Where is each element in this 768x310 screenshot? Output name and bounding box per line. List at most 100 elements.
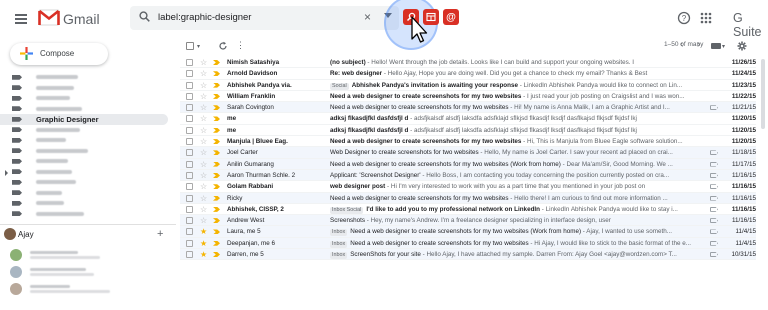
mention-extension-icon[interactable]: @ (443, 9, 459, 25)
email-row[interactable]: ☆ Sarah Covington Need a web designer to c… (180, 102, 756, 114)
select-all-checkbox[interactable] (186, 42, 194, 50)
important-marker-icon[interactable] (213, 116, 220, 122)
hangouts-contact[interactable] (10, 283, 160, 295)
label-tag-icon[interactable] (710, 161, 718, 167)
star-icon[interactable]: ☆ (200, 171, 207, 180)
row-checkbox[interactable] (186, 81, 193, 89)
star-icon[interactable]: ☆ (200, 182, 207, 191)
row-checkbox[interactable] (186, 104, 193, 112)
important-marker-icon[interactable] (213, 252, 220, 258)
email-row[interactable]: ☆ Nimish Satashiya (no subject) - Hello! W… (180, 57, 756, 69)
important-marker-icon[interactable] (213, 161, 220, 167)
email-row[interactable]: ☆ Arnold Davidson Re: web designer - Hello… (180, 68, 756, 80)
avatar[interactable] (4, 228, 16, 240)
sidebar-item[interactable] (0, 209, 176, 220)
more-options-icon[interactable]: ⋮ (236, 40, 245, 51)
important-marker-icon[interactable] (213, 218, 220, 224)
search-bar[interactable]: label:graphic-designer × (130, 6, 399, 30)
star-icon[interactable]: ☆ (200, 205, 207, 214)
star-icon[interactable]: ☆ (200, 69, 207, 78)
sidebar-item[interactable] (0, 104, 176, 115)
hangouts-user[interactable]: Ajay (18, 230, 34, 239)
gsuite-brand[interactable]: G Suite (733, 11, 768, 39)
settings-gear-icon[interactable] (737, 41, 747, 51)
sidebar-item[interactable] (0, 198, 176, 209)
hangouts-contact[interactable] (10, 266, 160, 278)
row-checkbox[interactable] (186, 217, 193, 225)
important-marker-icon[interactable] (213, 93, 220, 99)
star-icon[interactable]: ☆ (200, 137, 207, 146)
email-row[interactable]: ☆ Joel Carter Web Designer to create scree… (180, 147, 756, 159)
email-label-badge[interactable]: Inbox (330, 252, 348, 260)
hangouts-contact[interactable] (10, 249, 160, 261)
help-icon[interactable]: ? (677, 11, 691, 25)
star-icon[interactable]: ☆ (200, 103, 207, 112)
email-label-badge[interactable]: Inbox (330, 229, 348, 237)
email-row[interactable]: ☆ William Franklin Need a web designer to … (180, 91, 756, 103)
label-tag-icon[interactable] (710, 218, 718, 224)
row-checkbox[interactable] (186, 251, 193, 259)
email-row[interactable]: ☆ Aaron Thurman Schle. 2 Applicant: 'Scree… (180, 169, 756, 182)
email-row[interactable]: ☆ Abhishek, CISSP, 2 Inbox Social I'd like … (180, 204, 756, 216)
important-marker-icon[interactable] (213, 240, 220, 246)
email-row[interactable]: ☆ me adksj flkasdjfkl dasfdsfjl d - adsfjk… (180, 113, 756, 125)
expand-arrow-icon[interactable] (5, 169, 8, 176)
email-row[interactable]: ☆ Abhishek Pandya via. Social Abhishek Pand… (180, 80, 756, 91)
important-marker-icon[interactable] (213, 206, 220, 212)
star-icon[interactable]: ★ (200, 239, 207, 248)
gmail-logo-icon[interactable] (38, 9, 60, 26)
sidebar-item[interactable] (0, 93, 176, 104)
keyboard-icon[interactable] (711, 43, 721, 49)
sidebar-item[interactable] (0, 167, 176, 178)
clear-search-icon[interactable]: × (364, 10, 371, 24)
row-checkbox[interactable] (186, 160, 193, 168)
select-dropdown-icon[interactable]: ▾ (197, 43, 200, 50)
email-row[interactable]: ★ Darren, me 5 Inbox ScreenShots for your s… (180, 249, 756, 261)
label-tag-icon[interactable] (710, 229, 718, 235)
refresh-icon[interactable] (218, 41, 228, 51)
star-icon[interactable]: ☆ (200, 81, 207, 90)
sidebar-item[interactable] (0, 135, 176, 146)
important-marker-icon[interactable] (213, 105, 220, 111)
row-checkbox[interactable] (186, 171, 193, 179)
prev-page-icon[interactable]: ‹ (680, 39, 683, 50)
main-menu-icon[interactable] (15, 14, 27, 24)
row-checkbox[interactable] (186, 126, 193, 134)
email-row[interactable]: ☆ Golam Rabbani web designer post - Hi I'm… (180, 181, 756, 193)
important-marker-icon[interactable] (213, 229, 220, 235)
star-icon[interactable]: ☆ (200, 58, 207, 67)
sidebar-item[interactable] (0, 72, 176, 83)
row-checkbox[interactable] (186, 228, 193, 236)
important-marker-icon[interactable] (213, 127, 220, 133)
email-label-badge[interactable]: Social (330, 82, 349, 90)
important-marker-icon[interactable] (213, 82, 220, 88)
sidebar-item[interactable] (0, 146, 176, 157)
email-label-badge[interactable]: Inbox (330, 240, 348, 248)
label-tag-icon[interactable] (710, 150, 718, 156)
email-row[interactable]: ★ Laura, me 5 Inbox Need a web designer to … (180, 226, 756, 238)
compose-button[interactable]: Compose (10, 43, 108, 65)
label-tag-icon[interactable] (710, 105, 718, 111)
row-checkbox[interactable] (186, 194, 193, 202)
new-chat-button[interactable]: + (157, 228, 163, 240)
email-row[interactable]: ☆ Anilin Gumarang Need a web designer to c… (180, 158, 756, 170)
label-tag-icon[interactable] (710, 172, 718, 178)
email-row[interactable]: ☆ Ricky Need a web designer to create scre… (180, 192, 756, 204)
search-icon[interactable] (139, 11, 150, 22)
sidebar-item[interactable] (0, 177, 176, 188)
email-row[interactable]: ☆ me adksj flkasdjfkl dasfdsfjl d - adsfjk… (180, 125, 756, 137)
star-icon[interactable]: ☆ (200, 160, 207, 169)
sidebar-item[interactable] (0, 83, 176, 94)
label-tag-icon[interactable] (710, 206, 718, 212)
next-page-icon[interactable]: › (697, 39, 700, 50)
sidebar-item-graphic-designer[interactable]: Graphic Designer (0, 114, 168, 125)
important-marker-icon[interactable] (213, 139, 220, 145)
important-marker-icon[interactable] (213, 195, 220, 201)
scrollbar[interactable] (760, 57, 766, 307)
label-tag-icon[interactable] (710, 195, 718, 201)
email-label-badge[interactable]: Inbox Social (330, 206, 364, 214)
sidebar-item[interactable] (0, 156, 176, 167)
email-row[interactable]: ☆ Manjula | Bluee Eag. Need a web designer… (180, 136, 756, 148)
important-marker-icon[interactable] (213, 150, 220, 156)
row-checkbox[interactable] (186, 183, 193, 191)
